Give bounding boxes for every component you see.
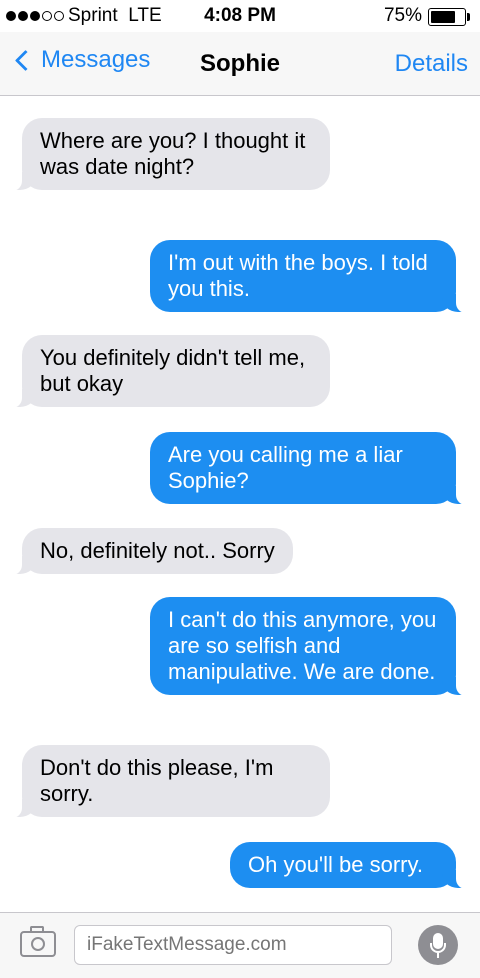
message-bubble-incoming[interactable]: Where are you? I thought it was date nig… xyxy=(8,118,330,191)
message-bubble-outgoing[interactable]: Oh you'll be sorry. xyxy=(230,842,470,889)
message-input[interactable] xyxy=(74,925,392,965)
message-bubble-incoming[interactable]: Don't do this please, I'm sorry. xyxy=(8,745,330,818)
message-bubble-outgoing[interactable]: I can't do this anymore, you are so self… xyxy=(150,597,470,696)
camera-icon[interactable] xyxy=(20,926,56,957)
message-bubble-incoming[interactable]: You definitely didn't tell me, but okay xyxy=(8,335,330,408)
message-bubble-incoming[interactable]: No, definitely not.. Sorry xyxy=(8,528,293,575)
battery-level-fill xyxy=(431,11,455,23)
details-button[interactable]: Details xyxy=(395,50,468,78)
microphone-icon[interactable] xyxy=(418,925,458,965)
battery-icon xyxy=(428,8,470,26)
back-to-messages-button[interactable]: Messages xyxy=(12,46,150,74)
navigation-bar: Messages Sophie Details xyxy=(0,32,480,96)
chevron-left-icon xyxy=(14,49,37,71)
message-bubble-outgoing[interactable]: Are you calling me a liar Sophie? xyxy=(150,432,470,505)
battery-percentage: 75% xyxy=(383,5,422,26)
status-bar: Sprint LTE 4:08 PM 75% xyxy=(0,0,480,32)
compose-bar xyxy=(0,912,480,978)
back-button-label: Messages xyxy=(41,46,151,73)
message-bubble-outgoing[interactable]: I'm out with the boys. I told you this. xyxy=(150,240,470,313)
